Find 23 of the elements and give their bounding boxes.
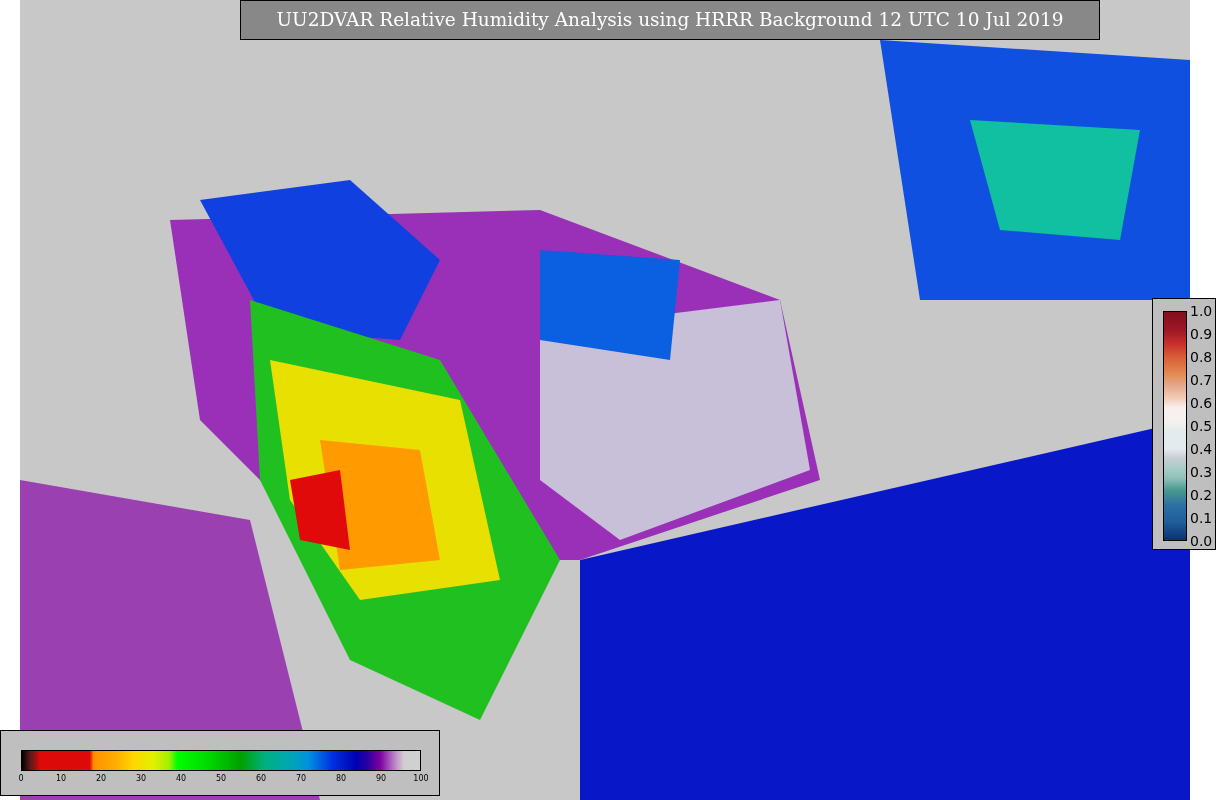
tick-label: 80	[335, 775, 347, 783]
tick-label: 0.5	[1190, 419, 1213, 433]
tick-label: 1.0	[1190, 304, 1213, 318]
tick-label: 30	[135, 775, 147, 783]
tick-label: 20	[95, 775, 107, 783]
tick-label: 40	[175, 775, 187, 783]
tick-label: 0.6	[1190, 396, 1213, 410]
tick-label: 0.9	[1190, 327, 1213, 341]
tick-label: 60	[255, 775, 267, 783]
tick-label: 100	[413, 775, 429, 783]
tick-label: 0.0	[1190, 534, 1213, 548]
tick-label: 0.8	[1190, 350, 1213, 364]
tick-label: 50	[215, 775, 227, 783]
tick-label: 0.4	[1190, 442, 1213, 456]
tick-label: 70	[295, 775, 307, 783]
tick-label: 10	[55, 775, 67, 783]
tick-label: 0	[18, 775, 24, 783]
tick-label: 0.7	[1190, 373, 1213, 387]
tick-label: 0.1	[1190, 511, 1213, 525]
chart-title: UU2DVAR Relative Humidity Analysis using HRRR Background 12 UTC 10 Jul 2019	[240, 0, 1100, 40]
tick-label: 0.3	[1190, 465, 1213, 479]
tick-label: 90	[375, 775, 387, 783]
tick-label: 0.2	[1190, 488, 1213, 502]
